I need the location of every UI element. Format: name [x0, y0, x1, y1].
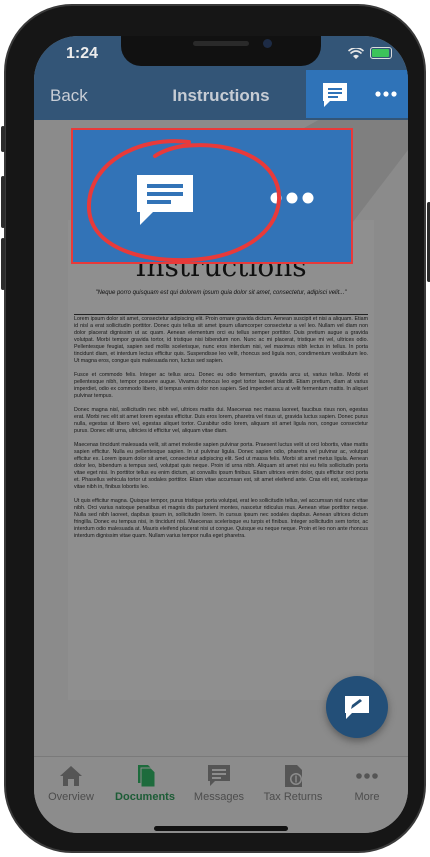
- document-page: Instructions "Neque porro quisquam est q…: [68, 220, 374, 700]
- more-options-icon[interactable]: [374, 86, 398, 102]
- tab-tax-returns[interactable]: Tax Returns: [256, 763, 330, 803]
- compose-message-button[interactable]: [326, 676, 388, 738]
- battery-level: [372, 49, 389, 57]
- document-quote: "Neque porro quisquam est qui dolorem ip…: [95, 290, 347, 296]
- tab-bar: Overview Documents Messages Tax Returns …: [34, 756, 408, 833]
- battery-icon: [370, 47, 392, 59]
- mute-switch: [1, 126, 5, 152]
- messages-icon: [208, 765, 230, 786]
- tab-label: Overview: [48, 791, 94, 803]
- document-divider: [74, 314, 368, 315]
- tab-overview[interactable]: Overview: [34, 763, 108, 803]
- document-paragraph: Lorem ipsum dolor sit amet, consectetur …: [74, 316, 368, 364]
- document-body: Lorem ipsum dolor sit amet, consectetur …: [74, 316, 368, 547]
- toolbar-highlight: [306, 70, 408, 118]
- home-indicator: [154, 826, 288, 831]
- tab-messages[interactable]: Messages: [182, 763, 256, 803]
- tab-more[interactable]: More: [330, 763, 404, 803]
- front-camera: [263, 39, 272, 48]
- document-paragraph: Donec magna nisl, sollicitudin nec nibh …: [74, 407, 368, 434]
- tab-label: More: [354, 791, 380, 803]
- document-paragraph: Maecenas tincidunt malesuada velit, sit …: [74, 442, 368, 490]
- more-icon: [356, 773, 378, 779]
- tab-label: Documents: [115, 791, 175, 803]
- tab-label: Tax Returns: [263, 791, 323, 803]
- compose-icon: [345, 696, 369, 719]
- status-time: 1:24: [66, 45, 99, 62]
- wifi-icon: [348, 48, 364, 59]
- speaker-grille: [193, 41, 249, 46]
- tax-returns-icon: [285, 765, 302, 787]
- tab-label: Messages: [193, 791, 245, 803]
- home-icon: [60, 766, 82, 786]
- zoomed-toolbar-callout: [71, 128, 353, 264]
- comment-icon[interactable]: [320, 81, 350, 109]
- notch: [121, 36, 321, 66]
- volume-up-button: [1, 176, 5, 228]
- document-paragraph: Fusce et commodo felis. Integer ac tellu…: [74, 372, 368, 399]
- documents-icon: [138, 765, 156, 788]
- document-paragraph: Ut quis efficitur magna. Quisque tempor,…: [74, 498, 368, 539]
- more-options-icon[interactable]: [269, 188, 315, 208]
- comment-icon[interactable]: [133, 172, 197, 228]
- volume-down-button: [1, 238, 5, 290]
- phone-frame: 1:24 Back Instructions Instructions "Neq…: [1, 4, 430, 853]
- screen: 1:24 Back Instructions Instructions "Neq…: [34, 36, 408, 833]
- tab-documents[interactable]: Documents: [108, 763, 182, 803]
